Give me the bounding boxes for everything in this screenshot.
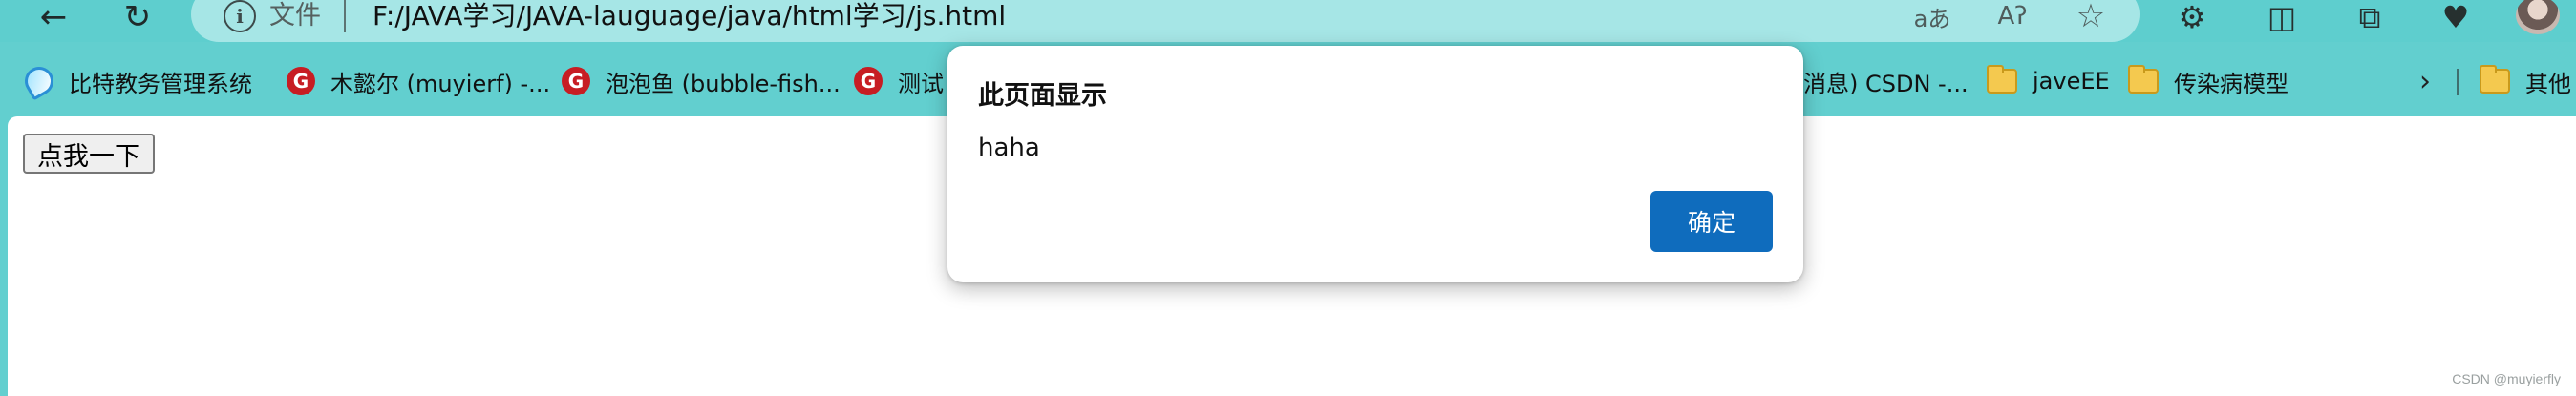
folder-icon [2128, 65, 2159, 94]
translate-icon[interactable]: aあ [1910, 0, 1954, 34]
swirl-icon [19, 61, 59, 101]
bookmark-label: 比特教务管理系统 [69, 70, 252, 97]
alert-dialog: 此页面显示 haha 确定 [947, 46, 1803, 282]
bookmark-folder-javeee[interactable]: javeEE [1987, 65, 2110, 97]
bookmark-label: 泡泡鱼 (bubble-fish... [606, 70, 841, 97]
performance-icon[interactable]: ♥ [2432, 0, 2480, 35]
address-separator [344, 0, 346, 32]
ok-button[interactable]: 确定 [1650, 191, 1773, 252]
read-aloud-icon[interactable]: Aʔ [1991, 0, 2034, 34]
refresh-icon[interactable]: ↻ [109, 0, 166, 34]
bookmark-item[interactable]: 比特教务管理系统 [19, 61, 252, 101]
split-screen-icon[interactable]: ◫ [2258, 0, 2306, 35]
bookmark-folder-other[interactable]: 其他 [2480, 65, 2571, 97]
favorite-star-icon[interactable]: ☆ [2069, 0, 2113, 35]
collections-icon[interactable]: ⧉ [2346, 0, 2394, 35]
gitee-icon: G [287, 67, 315, 95]
bookmark-label: 测试 [898, 70, 944, 97]
bookmarks-divider [2457, 69, 2459, 95]
bookmark-item[interactable]: G 泡泡鱼 (bubble-fish... [562, 65, 841, 97]
back-icon[interactable]: ← [25, 0, 82, 34]
bookmark-label: javeEE [2033, 68, 2110, 94]
address-scheme-label: 文件 [269, 1, 321, 31]
bookmark-label: 传染病模型 [2174, 70, 2289, 97]
gitee-icon: G [854, 67, 883, 95]
click-me-button[interactable]: 点我一下 [23, 134, 155, 174]
bookmark-folder-epidemic-model[interactable]: 传染病模型 [2128, 65, 2289, 97]
extensions-icon[interactable]: ⚙ [2168, 0, 2216, 35]
info-icon[interactable]: i [224, 0, 256, 32]
avatar[interactable] [2516, 0, 2560, 34]
chevron-right-icon[interactable]: › [2411, 65, 2439, 98]
navigation-bar: ← ↻ i 文件 F:/JAVA学习/JAVA-lauguage/java/ht… [0, 0, 2576, 42]
gitee-icon: G [562, 67, 590, 95]
bookmark-label: 其他 [2525, 70, 2571, 97]
folder-icon [1987, 65, 2017, 94]
bookmark-item-partial[interactable]: 消息) CSDN -... [1803, 65, 1969, 97]
address-bar[interactable]: i 文件 F:/JAVA学习/JAVA-lauguage/java/html学习… [191, 0, 2140, 42]
bookmark-item[interactable]: G 测试 [854, 65, 944, 97]
dialog-title: 此页面显示 [978, 81, 1107, 111]
folder-icon [2480, 65, 2510, 94]
bookmark-label: 木懿尔 (muyierf) -... [330, 70, 551, 97]
bookmark-label: 消息) CSDN -... [1803, 70, 1969, 97]
address-url[interactable]: F:/JAVA学习/JAVA-lauguage/java/html学习/js.h… [373, 0, 1006, 32]
watermark: CSDN @muyierfly [2452, 371, 2561, 386]
browser-window: ← ↻ i 文件 F:/JAVA学习/JAVA-lauguage/java/ht… [0, 0, 2576, 396]
dialog-message: haha [978, 134, 1040, 162]
bookmark-item[interactable]: G 木懿尔 (muyierf) -... [287, 65, 550, 97]
